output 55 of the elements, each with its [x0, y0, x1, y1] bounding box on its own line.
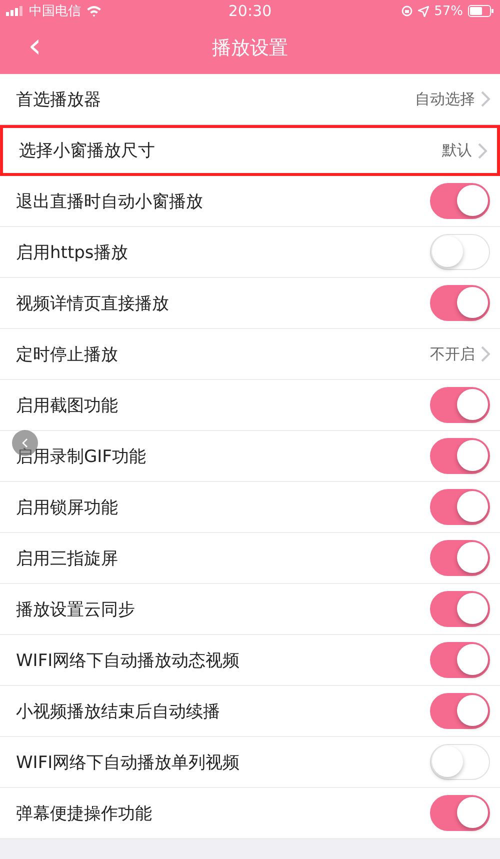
setting-label: 启用三指旋屏: [16, 548, 118, 570]
toggle-switch[interactable]: [430, 438, 490, 474]
toggle-switch[interactable]: [430, 489, 490, 525]
rotation-lock-icon: [401, 5, 414, 17]
setting-label: WIFI网络下自动播放单列视频: [16, 752, 240, 774]
settings-row[interactable]: 选择小窗播放尺寸 默认: [0, 125, 500, 176]
location-icon: [418, 6, 430, 16]
toggle-switch[interactable]: [430, 642, 490, 678]
settings-row[interactable]: 视频详情页直接播放: [0, 278, 500, 329]
settings-row[interactable]: WIFI网络下自动播放单列视频: [0, 737, 500, 788]
chevron-left-icon: [22, 438, 28, 448]
setting-value: 默认: [442, 141, 472, 160]
carrier-name: 中国电信: [29, 3, 81, 20]
settings-row[interactable]: 启用截图功能: [0, 380, 500, 431]
toggle-switch[interactable]: [430, 387, 490, 423]
setting-label: 启用录制GIF功能: [16, 446, 146, 468]
settings-row[interactable]: 启用https播放: [0, 227, 500, 278]
setting-label: 启用https播放: [16, 242, 128, 264]
setting-label: 首选播放器: [16, 88, 101, 110]
settings-row[interactable]: 定时停止播放 不开启: [0, 329, 500, 380]
settings-row[interactable]: WIFI网络下自动播放动态视频: [0, 635, 500, 686]
signal-icon: [6, 6, 24, 16]
settings-row[interactable]: 启用三指旋屏: [0, 533, 500, 584]
settings-row[interactable]: 启用锁屏功能: [0, 482, 500, 533]
chevron-icon: [478, 142, 487, 158]
toggle-switch[interactable]: [430, 540, 490, 576]
settings-row[interactable]: 播放设置云同步: [0, 584, 500, 635]
toggle-switch[interactable]: [430, 591, 490, 627]
setting-label: 退出直播时自动小窗播放: [16, 190, 203, 212]
page-title: 播放设置: [212, 36, 288, 61]
setting-label: 启用截图功能: [16, 394, 118, 416]
setting-label: 选择小窗播放尺寸: [19, 140, 155, 162]
setting-label: 弹幕便捷操作功能: [16, 802, 152, 824]
battery-percent: 57%: [434, 4, 463, 18]
toggle-switch[interactable]: [430, 183, 490, 219]
setting-value: 自动选择: [415, 90, 475, 108]
status-time: 20:30: [228, 2, 272, 20]
settings-row[interactable]: 首选播放器 自动选择: [0, 74, 500, 125]
setting-label: 小视频播放结束后自动续播: [16, 700, 220, 722]
toggle-switch[interactable]: [430, 693, 490, 729]
setting-label: WIFI网络下自动播放动态视频: [16, 650, 240, 672]
wifi-icon: [86, 5, 102, 17]
settings-row[interactable]: 小视频播放结束后自动续播: [0, 686, 500, 737]
setting-label: 定时停止播放: [16, 344, 118, 366]
settings-row[interactable]: 弹幕便捷操作功能: [0, 788, 500, 839]
chevron-icon: [481, 91, 490, 107]
setting-label: 启用锁屏功能: [16, 496, 118, 518]
toggle-switch[interactable]: [430, 795, 490, 831]
setting-label: 视频详情页直接播放: [16, 292, 169, 314]
chevron-icon: [481, 346, 490, 362]
toggle-switch[interactable]: [430, 285, 490, 321]
setting-label: 播放设置云同步: [16, 598, 135, 620]
setting-value: 不开启: [430, 344, 475, 364]
battery-icon: [468, 5, 494, 17]
settings-row[interactable]: 退出直播时自动小窗播放: [0, 176, 500, 227]
